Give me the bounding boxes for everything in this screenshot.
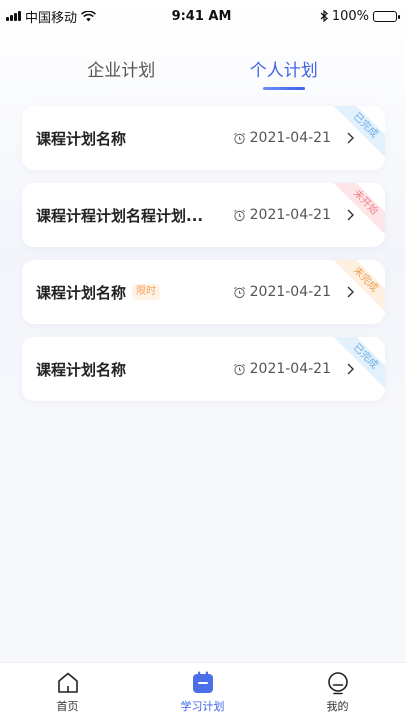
clock-time: 9:41 AM — [171, 8, 232, 24]
nav-label: 学习计划 — [180, 699, 225, 713]
battery-percent: 100% — [331, 8, 369, 24]
chevron-right-icon — [347, 363, 354, 375]
battery-icon — [372, 10, 400, 22]
bottom-nav: 首页 学习计划 我的 — [0, 662, 405, 720]
wifi-icon — [81, 10, 96, 21]
nav-study-plan[interactable]: 学习计划 — [158, 670, 248, 714]
plan-date: 2021-04-21 — [249, 207, 331, 223]
time-limited-badge: 限时 — [132, 284, 161, 300]
signal-icon — [6, 11, 21, 21]
plan-date: 2021-04-21 — [249, 284, 331, 300]
status-bar: 中国移动 9:41 AM 100% — [0, 0, 405, 32]
plan-card[interactable]: 课程计划名称 2021-04-21 已完成 — [22, 337, 385, 401]
nav-home[interactable]: 首页 — [23, 670, 113, 714]
tab-enterprise-plan[interactable]: 企业计划 — [87, 50, 155, 94]
plan-card[interactable]: 课程计划名称 限时 2021-04-21 未完成 — [22, 260, 385, 324]
alarm-clock-icon — [233, 363, 245, 375]
plan-date: 2021-04-21 — [249, 130, 331, 146]
chevron-right-icon — [347, 132, 354, 144]
carrier-name: 中国移动 — [25, 10, 78, 26]
calendar-icon — [192, 671, 213, 693]
alarm-clock-icon — [233, 132, 245, 144]
plan-title: 课程计划名称 — [36, 360, 127, 379]
alarm-clock-icon — [233, 286, 245, 298]
plan-title: 课程计划名称 — [36, 283, 127, 302]
alarm-clock-icon — [233, 209, 245, 221]
plan-card[interactable]: 课程计程计划名程计划... 2021-04-21 未开始 — [22, 183, 385, 247]
plan-tabs: 企业计划 个人计划 — [0, 50, 405, 94]
profile-icon — [327, 671, 348, 694]
plan-date: 2021-04-21 — [249, 361, 331, 377]
plan-card[interactable]: 课程计划名称 2021-04-21 已完成 — [22, 106, 385, 170]
plan-title: 课程计程计划名程计划... — [36, 206, 204, 225]
chevron-right-icon — [347, 286, 354, 298]
nav-label: 首页 — [56, 699, 79, 713]
nav-label: 我的 — [326, 699, 349, 713]
plan-title: 课程计划名称 — [36, 129, 127, 148]
tab-personal-plan[interactable]: 个人计划 — [250, 50, 318, 94]
plan-list: 课程计划名称 2021-04-21 已完成 课程计程计划名程计划... 2021… — [22, 106, 385, 414]
home-icon — [57, 672, 78, 693]
chevron-right-icon — [347, 209, 354, 221]
nav-mine[interactable]: 我的 — [293, 670, 383, 714]
bluetooth-icon — [320, 10, 328, 22]
